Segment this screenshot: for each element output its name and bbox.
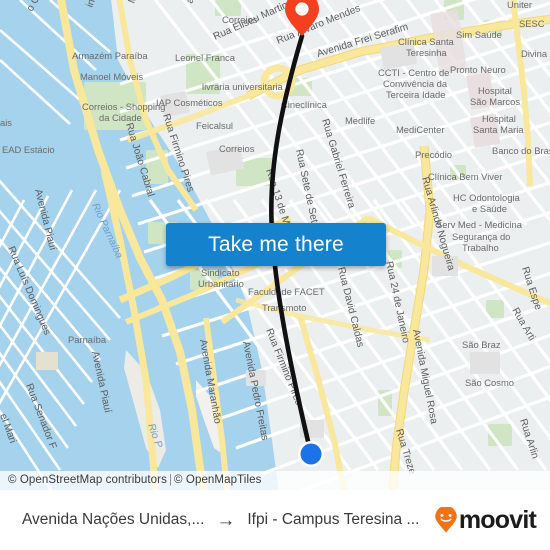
map-poi-label: da Cidade [99, 112, 142, 123]
map-poi-label: Armazém Paraíba [72, 50, 148, 61]
moovit-trip-map-screen: Armazém Paraíba Manoel Móveis Correios - S… [0, 0, 550, 550]
map-poi-label: CCTI - Centro de [378, 67, 449, 78]
map-poi-label: livraria universitaria [202, 81, 284, 92]
trip-footer-bar: Avenida Nações Unidas,... → Ifpi - Campu… [0, 490, 550, 550]
origin-dot [298, 441, 324, 467]
map-poi-label: IAP Cosméticos [156, 97, 223, 108]
map-poi-label: Santa Maria [473, 124, 524, 135]
map-poi-label: Sindicato [201, 267, 240, 278]
openmaptiles-attribution-link[interactable]: © OpenMapTiles [174, 474, 261, 486]
map-poi-label: Feicalsul [196, 120, 233, 131]
map-poi-label: Convivência da [383, 78, 448, 89]
trip-destination-label: Ifpi - Campus Teresina ... [247, 511, 420, 528]
moovit-logo[interactable]: moovit [434, 507, 540, 533]
map-poi-label: Clínica Santa [398, 36, 455, 47]
map-poi-label: Uniter [507, 0, 532, 10]
map-poi-label: Correios - Shopping [82, 101, 165, 112]
map-poi-label: Banco do Brasil [492, 145, 550, 156]
take-me-there-button[interactable]: Take me there [166, 223, 386, 266]
map-poi-label: Urbanitario [198, 278, 244, 289]
map-poi-label: Hospital [482, 113, 516, 124]
arrow-right-icon: → [216, 509, 236, 531]
map-poi-label: Serv Med - Medicina [436, 219, 523, 230]
map-poi-label: Correios [219, 143, 255, 154]
map-poi-label: São Marcos [470, 96, 520, 107]
map-poi-label: MediCenter [396, 124, 444, 135]
map-poi-label: São Braz [462, 339, 501, 350]
map-poi-label: Teresinha [406, 47, 447, 58]
map-poi-label: Transmoto [262, 302, 306, 313]
map-poi-label: Clínica Bem Viver [428, 171, 502, 182]
map-attribution: © OpenStreetMap contributors | © OpenMapTi… [0, 471, 550, 490]
map-poi-label: Faculdade FACET [248, 286, 325, 297]
map-poi-label: HC Odontologia [453, 192, 520, 203]
moovit-wordmark: moovit [458, 505, 537, 534]
map-poi-label: Segurança do [452, 231, 510, 242]
trip-summary[interactable]: Avenida Nações Unidas,... → Ifpi - Campu… [22, 511, 434, 530]
map-poi-label: EAD Estácio [2, 144, 55, 155]
map-poi-label: Precódio [415, 149, 452, 160]
map-poi-label: São Cosmo [465, 377, 514, 388]
map-poi-label: ais [0, 117, 12, 128]
map-poi-label: Sim Saúde [456, 29, 502, 40]
map-poi-label: e Saúde [472, 203, 507, 214]
map-poi-label: Divina [521, 48, 548, 59]
map-poi-label: Parnaíba [68, 334, 107, 345]
trip-origin-label: Avenida Nações Unidas,... [22, 511, 205, 528]
map-poi-label: Terceira Idade [386, 89, 445, 100]
map-poi-label: Medlife [345, 115, 375, 126]
map-poi-label: Cineclínica [281, 99, 328, 110]
osm-attribution-link[interactable]: © OpenStreetMap contributors [8, 474, 167, 486]
map-poi-label: Manoel Móveis [80, 71, 143, 82]
map-poi-label: Leonel Franca [175, 52, 236, 63]
attribution-separator: | [168, 474, 173, 486]
map-poi-label: SESC [519, 18, 545, 29]
moovit-pin-icon [435, 507, 457, 533]
map-canvas[interactable]: Armazém Paraíba Manoel Móveis Correios - S… [0, 0, 550, 490]
map-poi-label: Trabalho [462, 242, 499, 253]
map-poi-label: Pronto Neuro [450, 64, 506, 75]
map-poi-label: Hospital [478, 85, 512, 96]
